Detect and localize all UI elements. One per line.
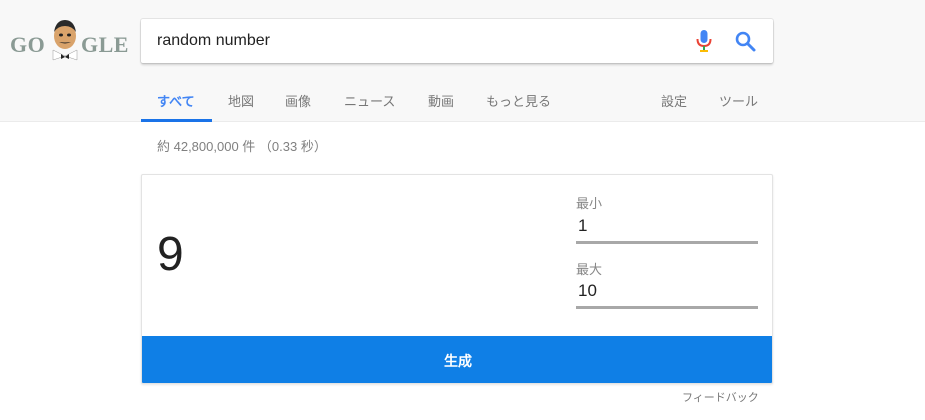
tab-more[interactable]: もっと見る bbox=[486, 78, 551, 122]
random-number-card: 9 最小 最大 生成 bbox=[141, 174, 773, 384]
doodle-face-icon bbox=[52, 20, 78, 61]
google-doodle-logo[interactable]: GO GLE bbox=[10, 16, 128, 72]
random-result: 9 bbox=[157, 228, 184, 281]
feedback-link[interactable]: フィードバック bbox=[682, 389, 759, 405]
min-field[interactable] bbox=[576, 210, 758, 244]
microphone-icon[interactable] bbox=[695, 29, 713, 53]
tab-news[interactable]: ニュース bbox=[344, 78, 395, 122]
tab-tools[interactable]: ツール bbox=[719, 78, 758, 122]
search-icon[interactable] bbox=[733, 29, 757, 53]
search-box bbox=[141, 19, 773, 63]
search-input[interactable] bbox=[157, 19, 677, 63]
tab-images[interactable]: 画像 bbox=[285, 78, 311, 122]
tab-videos[interactable]: 動画 bbox=[428, 78, 454, 122]
logo-text-left: GO bbox=[10, 32, 46, 57]
tab-all[interactable]: すべて bbox=[141, 78, 212, 122]
max-field[interactable] bbox=[576, 275, 758, 309]
search-tabs: すべて 地図 画像 ニュース 動画 もっと見る 設定 ツール bbox=[141, 78, 781, 122]
results-count: 約 42,800,000 件 （0.33 秒） bbox=[157, 139, 327, 154]
tab-maps[interactable]: 地図 bbox=[228, 78, 254, 122]
logo-text-right: GLE bbox=[81, 32, 129, 57]
tab-settings[interactable]: 設定 bbox=[661, 78, 687, 122]
generate-button[interactable]: 生成 bbox=[142, 336, 772, 383]
header: GO GLE すべて 地図 画像 ニュース 動画 もっと見る bbox=[0, 0, 925, 122]
